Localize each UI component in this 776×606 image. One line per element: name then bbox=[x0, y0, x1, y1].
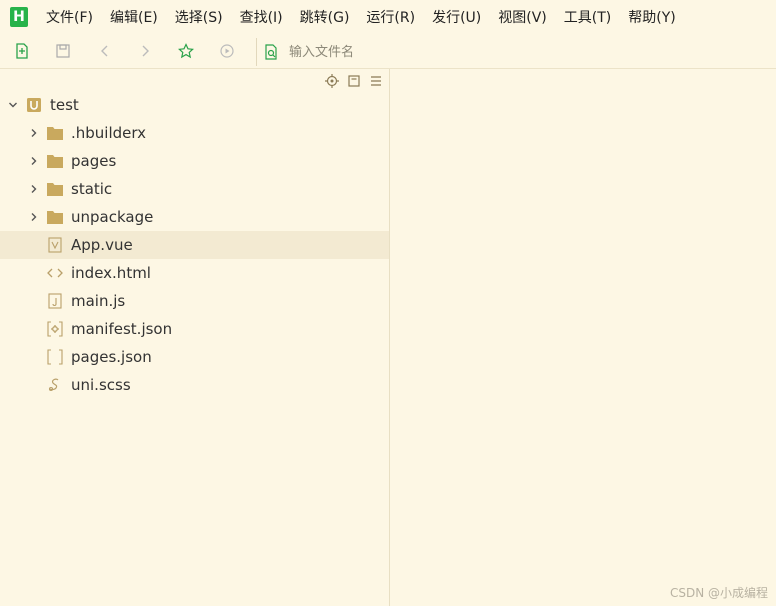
watermark: CSDN @小成编程 bbox=[669, 586, 768, 600]
save-icon[interactable] bbox=[53, 41, 73, 61]
chevron-down-icon[interactable] bbox=[7, 99, 19, 111]
menu-view[interactable]: 视图(V) bbox=[498, 7, 547, 27]
menu-find[interactable]: 查找(I) bbox=[240, 7, 283, 27]
json-file-icon bbox=[47, 349, 63, 365]
tree-item-app-vue[interactable]: App.vue bbox=[0, 231, 389, 259]
tree-item-main-js[interactable]: main.js bbox=[0, 287, 389, 315]
chevron-right-icon[interactable] bbox=[28, 211, 40, 223]
favorite-star-icon[interactable] bbox=[176, 41, 196, 61]
json-settings-file-icon bbox=[47, 321, 63, 337]
tree-item-unpackage[interactable]: unpackage bbox=[0, 203, 389, 231]
tree-item-static[interactable]: static bbox=[0, 175, 389, 203]
chevron-right-icon[interactable] bbox=[28, 127, 40, 139]
uni-project-icon bbox=[26, 97, 42, 113]
html-file-icon bbox=[47, 265, 63, 281]
folder-icon bbox=[47, 125, 63, 141]
menu-goto[interactable]: 跳转(G) bbox=[300, 7, 350, 27]
file-tree: test .hbuilderx pages static unpackage A… bbox=[0, 91, 389, 399]
tree-item-label: static bbox=[71, 180, 113, 198]
file-search-icon[interactable] bbox=[263, 44, 279, 60]
back-icon[interactable] bbox=[95, 41, 115, 61]
menu-icon[interactable] bbox=[369, 74, 383, 88]
project-explorer: test .hbuilderx pages static unpackage A… bbox=[0, 69, 390, 606]
tree-root-test[interactable]: test bbox=[0, 91, 389, 119]
tree-item-label: pages bbox=[71, 152, 117, 170]
run-icon[interactable] bbox=[217, 41, 237, 61]
js-file-icon bbox=[47, 293, 63, 309]
tree-item-index-html[interactable]: index.html bbox=[0, 259, 389, 287]
tree-item-pages[interactable]: pages bbox=[0, 147, 389, 175]
file-name-input[interactable] bbox=[287, 43, 591, 61]
file-search-box bbox=[256, 38, 776, 66]
folder-icon bbox=[47, 153, 63, 169]
new-file-icon[interactable] bbox=[12, 41, 32, 61]
tree-item-label: pages.json bbox=[71, 348, 152, 366]
menu-tools[interactable]: 工具(T) bbox=[564, 7, 611, 27]
menu-bar: H 文件(F) 编辑(E) 选择(S) 查找(I) 跳转(G) 运行(R) 发行… bbox=[0, 0, 776, 34]
menu-edit[interactable]: 编辑(E) bbox=[110, 7, 158, 27]
chevron-right-icon[interactable] bbox=[28, 183, 40, 195]
menu-file[interactable]: 文件(F) bbox=[46, 7, 93, 27]
forward-icon[interactable] bbox=[135, 41, 155, 61]
menu-select[interactable]: 选择(S) bbox=[175, 7, 223, 27]
panel-tools bbox=[325, 73, 383, 89]
tree-root-label: test bbox=[50, 96, 79, 114]
folder-icon bbox=[47, 209, 63, 225]
menu-publish[interactable]: 发行(U) bbox=[432, 7, 481, 27]
tree-item-label: manifest.json bbox=[71, 320, 173, 338]
tree-item-label: .hbuilderx bbox=[71, 124, 147, 142]
folder-icon bbox=[47, 181, 63, 197]
collapse-icon[interactable] bbox=[347, 74, 361, 88]
vue-file-icon bbox=[47, 237, 63, 253]
menu-help[interactable]: 帮助(Y) bbox=[628, 7, 675, 27]
tree-item-label: unpackage bbox=[71, 208, 154, 226]
menu-run[interactable]: 运行(R) bbox=[366, 7, 415, 27]
tree-item-label: main.js bbox=[71, 292, 126, 310]
editor-area[interactable] bbox=[390, 69, 776, 606]
scss-file-icon bbox=[47, 377, 63, 393]
toolbar bbox=[0, 34, 776, 69]
locate-icon[interactable] bbox=[325, 74, 339, 88]
tree-item-uni-scss[interactable]: uni.scss bbox=[0, 371, 389, 399]
tree-item-manifest-json[interactable]: manifest.json bbox=[0, 315, 389, 343]
tree-item-hbuilderx[interactable]: .hbuilderx bbox=[0, 119, 389, 147]
tree-item-pages-json[interactable]: pages.json bbox=[0, 343, 389, 371]
tree-item-label: index.html bbox=[71, 264, 151, 282]
hbuilderx-logo-icon[interactable]: H bbox=[10, 7, 28, 27]
tree-item-label: uni.scss bbox=[71, 376, 131, 394]
tree-item-label: App.vue bbox=[71, 236, 133, 254]
chevron-right-icon[interactable] bbox=[28, 155, 40, 167]
